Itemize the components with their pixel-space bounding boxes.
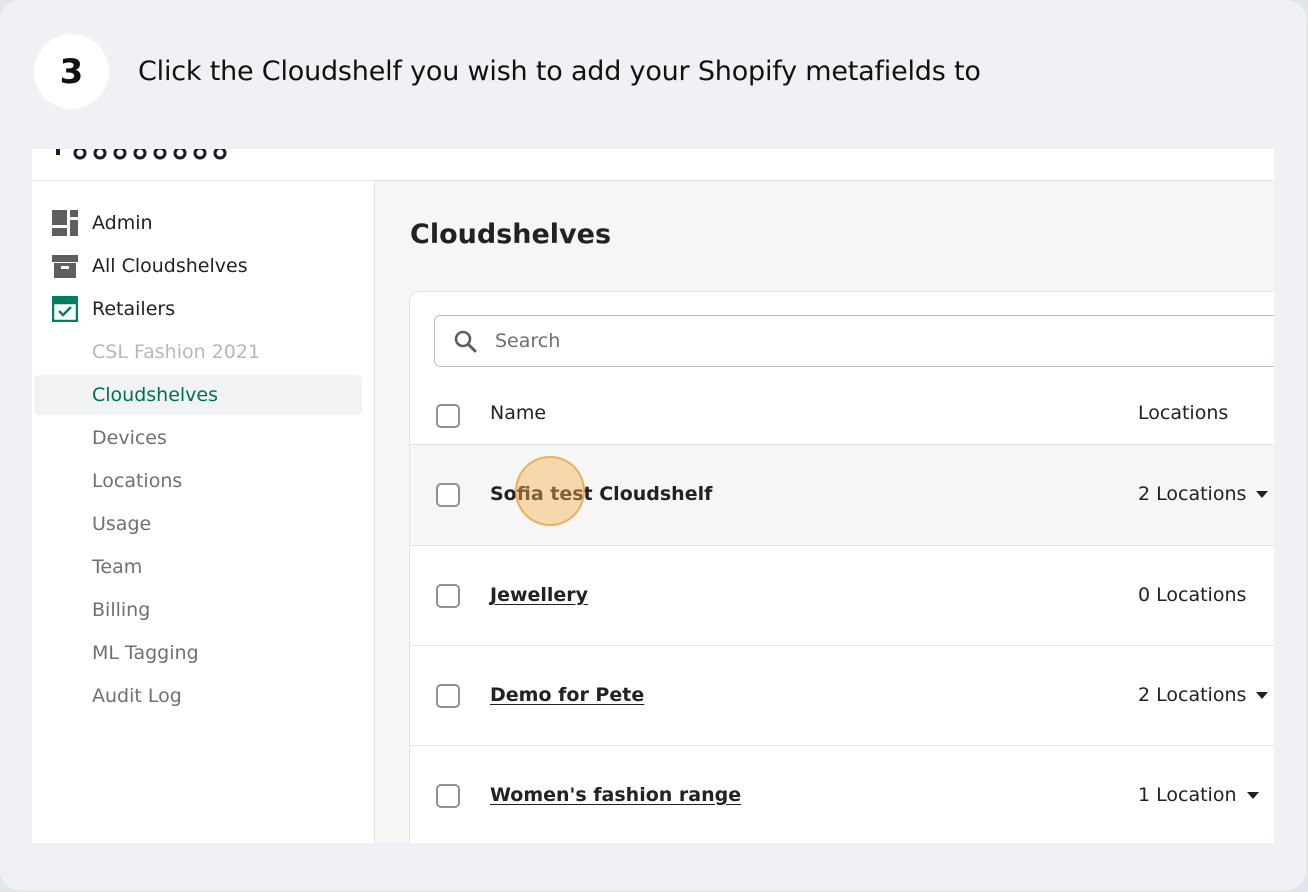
sidebar-item-label: Retailers (92, 298, 176, 320)
box-icon (52, 253, 78, 279)
column-header-locations[interactable]: Locations (1138, 402, 1228, 424)
locations-count: 1 Location (1138, 784, 1237, 806)
step-number-badge: 3 (34, 34, 109, 109)
store-icon (51, 296, 79, 323)
sidebar-subitem-label: ML Tagging (92, 642, 199, 664)
caret-down-icon (1256, 691, 1269, 699)
locations-dropdown[interactable]: 2 Locations (1138, 483, 1269, 505)
row-checkbox[interactable] (436, 784, 460, 808)
table-row[interactable]: Women's fashion range 1 Location (410, 745, 1274, 843)
row-checkbox[interactable] (436, 684, 460, 708)
row-checkbox[interactable] (436, 584, 460, 608)
cloudshelf-logo-icon (50, 149, 240, 172)
step-instruction: Click the Cloudshelf you wish to add you… (138, 56, 981, 87)
sidebar-subitem-label: Cloudshelves (92, 384, 219, 406)
sidebar-subitem-label: Billing (92, 599, 151, 621)
locations-count: 0 Locations (1138, 584, 1247, 606)
caret-down-icon (1256, 490, 1269, 498)
locations-dropdown[interactable]: 1 Location (1138, 784, 1259, 806)
search-field[interactable] (434, 315, 1274, 367)
tutorial-frame: 3 Click the Cloudshelf you wish to add y… (0, 0, 1306, 890)
search-input[interactable] (493, 316, 1197, 366)
app-screenshot: Admin All Cloudshelves Retailers CSL Fas… (32, 149, 1274, 843)
table-row[interactable]: Sofia test Cloudshelf 2 Locations (410, 444, 1274, 545)
sidebar-subitem-label: Locations (92, 470, 183, 492)
caret-down-icon (1246, 791, 1259, 799)
locations-count: 2 Locations (1138, 684, 1247, 706)
locations-dropdown[interactable]: 2 Locations (1138, 684, 1269, 706)
admin-dashboard-icon (52, 210, 78, 236)
cloudshelf-name-link[interactable]: Jewellery (490, 584, 588, 606)
column-header-name[interactable]: Name (490, 402, 546, 424)
cloudshelf-name-link[interactable]: Women's fashion range (490, 784, 741, 806)
locations-count: 2 Locations (1138, 483, 1247, 505)
cloudshelves-card: Name Locations Sofia test Cloudshelf 2 L… (410, 292, 1274, 843)
table-header: Name Locations (410, 388, 1274, 444)
sidebar: Admin All Cloudshelves Retailers CSL Fas… (32, 181, 375, 843)
table-row[interactable]: Demo for Pete 2 Locations (410, 645, 1274, 746)
sidebar-subitem-label: Devices (92, 427, 167, 449)
search-icon (453, 329, 477, 357)
sidebar-item-label: All Cloudshelves (92, 255, 248, 277)
cloudshelf-name-link[interactable]: Demo for Pete (490, 684, 644, 706)
sidebar-item-label: Admin (92, 212, 153, 234)
sidebar-subitem-label: Usage (92, 513, 152, 535)
row-checkbox[interactable] (436, 483, 460, 507)
locations-count-text: 0 Locations (1138, 584, 1246, 606)
sidebar-subitem-label: CSL Fashion 2021 (92, 341, 261, 363)
sidebar-subitem-label: Team (92, 556, 143, 578)
page-title: Cloudshelves (410, 219, 612, 250)
sidebar-subitem-label: Audit Log (92, 685, 182, 707)
select-all-checkbox[interactable] (436, 404, 460, 428)
cloudshelf-name-link[interactable]: Sofia test Cloudshelf (490, 483, 712, 505)
app-top-bar (32, 149, 1274, 181)
table-row[interactable]: Jewellery 0 Locations (410, 545, 1274, 646)
